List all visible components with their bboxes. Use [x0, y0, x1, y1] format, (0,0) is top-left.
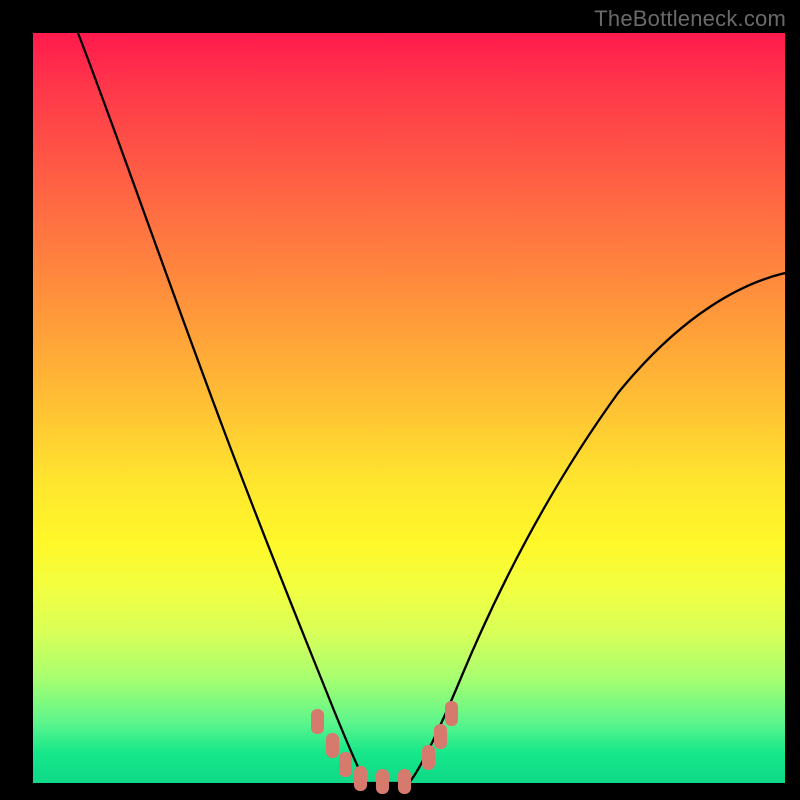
right-curve — [409, 273, 785, 783]
marker-5 — [376, 769, 389, 794]
marker-6 — [398, 769, 411, 794]
marker-1 — [311, 709, 324, 734]
marker-8 — [434, 724, 447, 749]
marker-group — [311, 701, 458, 794]
marker-7 — [422, 745, 435, 770]
chart-svg — [33, 33, 785, 783]
left-curve — [78, 33, 366, 783]
curve-group — [78, 33, 785, 783]
watermark-text: TheBottleneck.com — [594, 6, 786, 32]
marker-2 — [326, 733, 339, 758]
marker-3 — [339, 752, 352, 777]
marker-4 — [354, 766, 367, 791]
marker-9 — [445, 701, 458, 726]
chart-frame: TheBottleneck.com — [0, 0, 800, 800]
